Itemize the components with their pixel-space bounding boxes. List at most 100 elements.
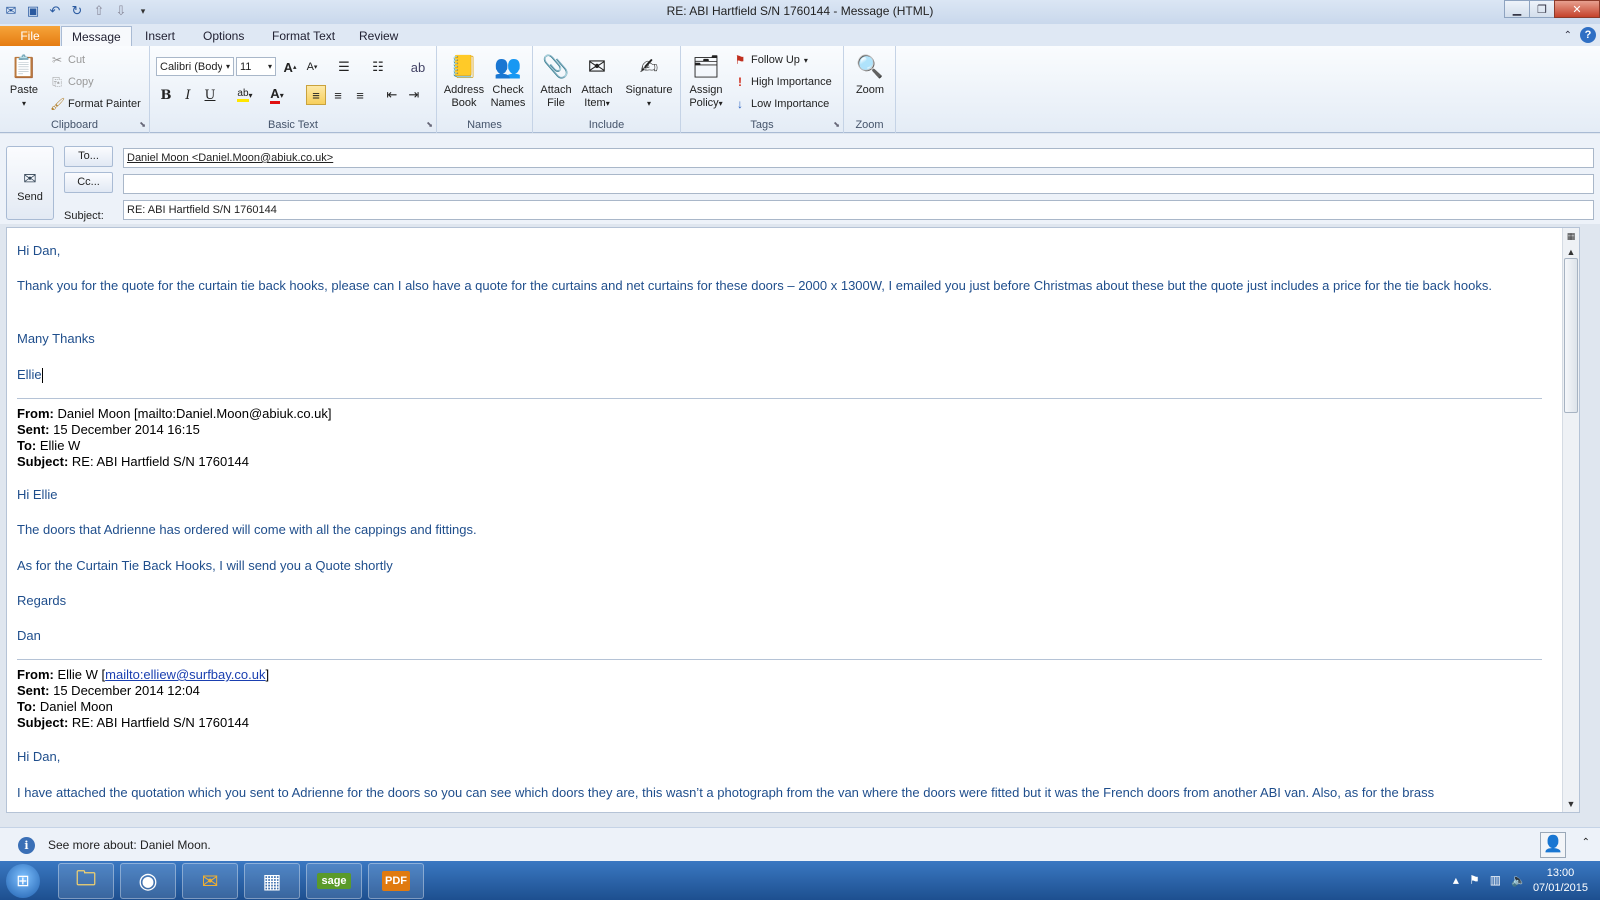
body-thanks: Many Thanks (17, 331, 95, 346)
avatar[interactable]: 👤 (1540, 832, 1566, 858)
attach-item-label-2: Item (584, 97, 606, 109)
to-field[interactable]: Daniel Moon <Daniel.Moon@abiuk.co.uk> (123, 148, 1594, 168)
check-names-button[interactable]: 👥 Check Names (487, 50, 529, 110)
font-size-combo[interactable]: 11 ▾ (236, 57, 276, 76)
font-color-button[interactable]: A ▾ (262, 85, 292, 105)
paste-icon: 📋 (10, 53, 38, 79)
tab-format-text[interactable]: Format Text (262, 26, 345, 46)
tab-options[interactable]: Options (193, 26, 254, 46)
highlight-button[interactable]: ab ▾ (230, 85, 260, 105)
format-painter-button[interactable]: 🖌 Format Painter (50, 94, 141, 114)
copy-button[interactable]: ⎘ Copy (50, 72, 94, 92)
high-importance-label: High Importance (751, 76, 832, 88)
title-bar: ✉ ▣ ↶ ↻ ⇧ ⇩ ▾ RE: ABI Hartfield S/N 1760… (0, 0, 1600, 24)
styles-button[interactable]: ab (408, 57, 428, 77)
mailto-link[interactable]: mailto:elliew@surfbay.co.uk (105, 667, 265, 682)
scrollbar-thumb[interactable] (1564, 258, 1578, 413)
clock-time: 13:00 (1546, 867, 1575, 879)
taskbar-sage[interactable]: sage (306, 863, 362, 899)
taskbar-chrome[interactable]: ◉ (120, 863, 176, 899)
include-group-label: Include (588, 119, 625, 131)
expand-people-pane-icon[interactable]: ⌃ (1582, 837, 1590, 848)
cc-button[interactable]: Cc... (64, 172, 113, 193)
follow-up-label: Follow Up (751, 54, 800, 66)
scroll-down-arrow[interactable]: ▼ (1563, 796, 1579, 812)
attach-item-button[interactable]: ✉ Attach Item▾ (577, 50, 617, 110)
taskbar-outlook[interactable]: ✉ (182, 863, 238, 899)
folder-icon: 🗀 (76, 868, 96, 890)
action-center-flag-icon[interactable]: ⚑ (1469, 873, 1480, 887)
numbering-button[interactable]: ☷ (368, 57, 388, 77)
ruler-toggle-icon[interactable]: ▦ (1563, 228, 1579, 244)
zoom-button[interactable]: 🔍 Zoom (850, 50, 890, 97)
paste-label: Paste (9, 84, 39, 96)
cut-button[interactable]: ✂ Cut (50, 50, 85, 70)
cc-field[interactable] (123, 174, 1594, 194)
message-body[interactable]: Hi Dan, Thank you for the quote for the … (6, 227, 1580, 813)
clock[interactable]: 13:00 07/01/2015 (1533, 866, 1588, 896)
tray-expand-icon[interactable]: ▴ (1453, 873, 1459, 887)
copy-label: Copy (68, 76, 94, 88)
bullets-button[interactable]: ☰ (334, 57, 354, 77)
tab-insert[interactable]: Insert (135, 26, 185, 46)
low-importance-button[interactable]: ↓ Low Importance (733, 94, 829, 114)
reply1-subject: Subject: RE: ABI Hartfield S/N 1760144 (17, 454, 249, 470)
assign-policy-button[interactable]: 🗂 Assign Policy▾ (685, 50, 727, 110)
signature-button[interactable]: ✍ Signature ▾ (621, 50, 677, 110)
basic-text-launcher-icon[interactable]: ⬊ (426, 120, 433, 129)
attach-file-button[interactable]: 📎 Attach File (539, 50, 573, 110)
address-book-button[interactable]: 📒 Address Book (443, 50, 485, 110)
reply1-paragraph: The doors that Adrienne has ordered will… (17, 522, 477, 537)
people-pane: i See more about: Daniel Moon. 👤 ⌃ (0, 827, 1600, 861)
help-icon[interactable]: ? (1580, 27, 1596, 43)
grow-font-button[interactable]: A ▴ (280, 57, 300, 77)
tags-group: 🗂 Assign Policy▾ ⚑ Follow Up ▾ ! High Import… (681, 46, 844, 133)
align-right-button[interactable]: ≡ (350, 85, 370, 105)
tab-file[interactable]: File (0, 26, 60, 46)
tags-launcher-icon[interactable]: ⬊ (833, 120, 840, 129)
clock-date: 07/01/2015 (1532, 882, 1588, 894)
include-group: 📎 Attach File ✉ Attach Item▾ ✍ Signature ▾ … (533, 46, 681, 133)
taskbar-app[interactable]: ▦ (244, 863, 300, 899)
italic-button[interactable]: I (178, 85, 198, 105)
reply2-to: To: Daniel Moon (17, 699, 113, 715)
start-button[interactable]: ⊞ (6, 864, 40, 898)
volume-icon[interactable]: 🔈 (1511, 873, 1526, 887)
follow-up-button[interactable]: ⚑ Follow Up ▾ (733, 50, 808, 70)
to-recipient[interactable]: Daniel Moon <Daniel.Moon@abiuk.co.uk> (127, 152, 333, 164)
reply1-paragraph: As for the Curtain Tie Back Hooks, I wil… (17, 558, 393, 573)
font-name-combo[interactable]: Calibri (Body) ▾ (156, 57, 234, 76)
network-icon[interactable]: ▥ (1490, 873, 1501, 887)
align-left-button[interactable]: ≡ (306, 85, 326, 105)
zoom-group-label: Zoom (855, 119, 884, 131)
ribbon: 📋 Paste ▾ ✂ Cut ⎘ Copy 🖌 Format Painter Clip… (0, 46, 1600, 133)
taskbar-explorer[interactable]: 🗀 (58, 863, 114, 899)
check-names-label-2: Names (490, 97, 526, 109)
bold-button[interactable]: B (156, 85, 176, 105)
people-pane-text[interactable]: See more about: Daniel Moon. (48, 838, 211, 852)
send-button[interactable]: ✉ Send (6, 146, 54, 220)
from-value: Ellie W [ (53, 667, 106, 682)
to-button[interactable]: To... (64, 146, 113, 167)
increase-indent-button[interactable]: ⇥ (404, 85, 424, 105)
sent-value: 15 December 2014 16:15 (49, 422, 200, 437)
close-button[interactable]: ✕ (1554, 0, 1600, 18)
font-size-value: 11 (240, 60, 252, 73)
high-importance-button[interactable]: ! High Importance (733, 72, 832, 92)
decrease-indent-button[interactable]: ⇤ (382, 85, 402, 105)
maximize-button[interactable]: ❐ (1529, 0, 1555, 18)
message-header: ✉ Send To... Cc... Subject: Daniel Moon … (0, 134, 1600, 224)
minimize-ribbon-icon[interactable]: ⌃ (1564, 30, 1572, 41)
shrink-font-button[interactable]: A ▾ (302, 57, 322, 77)
minimize-button[interactable]: ▁ (1504, 0, 1530, 18)
subject-field[interactable]: RE: ABI Hartfield S/N 1760144 (123, 200, 1594, 220)
vertical-scrollbar[interactable]: ▦ ▲ ▼ (1562, 228, 1579, 812)
tab-message[interactable]: Message (61, 26, 132, 46)
clipboard-launcher-icon[interactable]: ⬊ (139, 120, 146, 129)
tab-review[interactable]: Review (349, 26, 408, 46)
taskbar-pdf[interactable]: PDF (368, 863, 424, 899)
reply2-greeting: Hi Dan, (17, 749, 61, 764)
paste-button[interactable]: 📋 Paste ▾ (6, 50, 42, 110)
underline-button[interactable]: U (200, 85, 220, 105)
align-center-button[interactable]: ≡ (328, 85, 348, 105)
